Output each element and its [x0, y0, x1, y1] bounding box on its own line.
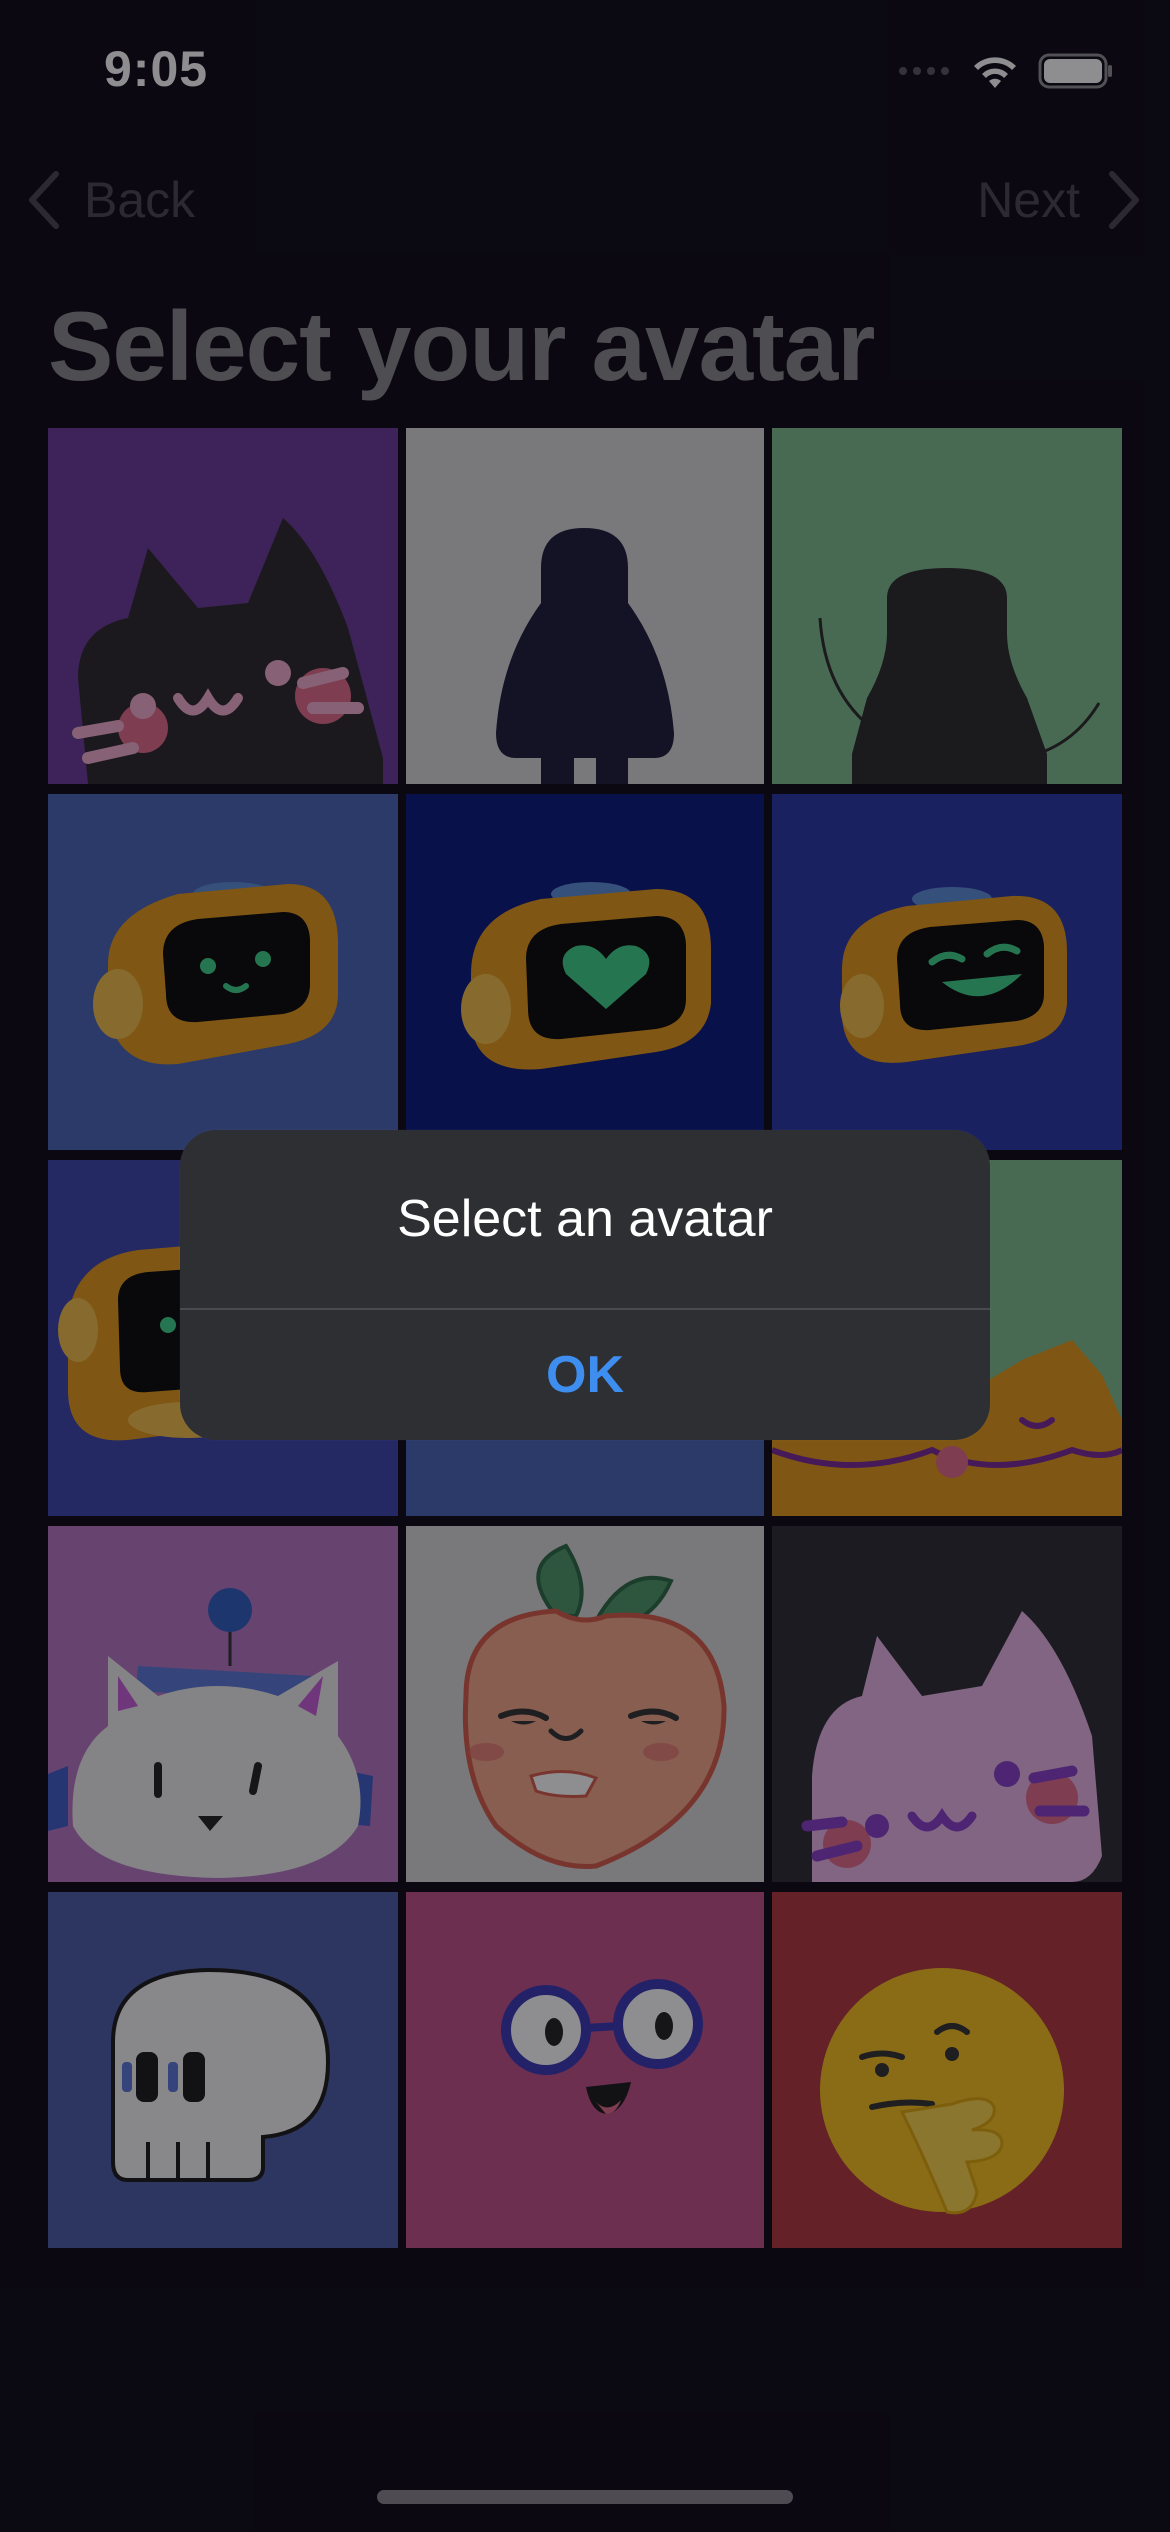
- wifi-icon: [974, 57, 1016, 88]
- status-icons: [898, 52, 1114, 90]
- avatar-tile-skull[interactable]: [48, 1892, 398, 2248]
- next-button[interactable]: Next: [977, 170, 1142, 230]
- alert-title: Select an avatar: [397, 1190, 773, 1248]
- avatar-tile-robot-smile[interactable]: [48, 794, 398, 1150]
- avatar-tile-thinking-emoji[interactable]: [772, 1892, 1122, 2248]
- home-indicator[interactable]: [377, 2490, 793, 2504]
- robot-laugh-icon: [772, 794, 1122, 1150]
- ok-button[interactable]: OK: [180, 1310, 990, 1440]
- page-title: Select your avatar: [48, 291, 875, 401]
- back-label: Back: [84, 172, 196, 228]
- silhouette-figure-icon: [406, 428, 764, 784]
- avatar-tile-peach-face[interactable]: [406, 1526, 764, 1882]
- back-button[interactable]: Back: [26, 170, 195, 230]
- status-bar: 9:05: [0, 0, 1170, 140]
- avatar-tile-glasses-face[interactable]: [406, 1892, 764, 2248]
- peach-face-icon: [406, 1526, 764, 1882]
- avatar-selection-screen: 9:05 Back Next Select your avatar Select…: [0, 0, 1170, 2532]
- hooded-silhouette-icon: [772, 428, 1122, 784]
- robot-smile-icon: [48, 794, 398, 1150]
- status-time: 9:05: [104, 41, 209, 97]
- avatar-tile-black-cat[interactable]: [48, 428, 398, 784]
- black-cat-icon: [48, 428, 398, 784]
- avatar-tile-hooded-silhouette[interactable]: [772, 428, 1122, 784]
- alert-dialog: Select an avatar OK: [180, 1130, 990, 1440]
- thinking-emoji-icon: [772, 1892, 1122, 2248]
- signal-dots-icon: [899, 67, 949, 75]
- next-label: Next: [977, 172, 1080, 228]
- white-cat-hat-icon: [48, 1526, 398, 1882]
- robot-heart-icon: [406, 794, 764, 1150]
- avatar-tile-silhouette-figure[interactable]: [406, 428, 764, 784]
- skull-icon: [48, 1892, 398, 2248]
- glasses-face-icon: [406, 1892, 764, 2248]
- battery-icon: [1038, 53, 1112, 89]
- avatar-tile-pink-cat[interactable]: [772, 1526, 1122, 1882]
- avatar-tile-white-cat-hat[interactable]: [48, 1526, 398, 1882]
- chevron-left-icon: [29, 171, 59, 229]
- pink-cat-icon: [772, 1526, 1122, 1882]
- navigation-bar: Back Next: [0, 170, 1170, 250]
- avatar-tile-robot-laugh[interactable]: [772, 794, 1122, 1150]
- chevron-right-icon: [1109, 171, 1139, 229]
- avatar-tile-robot-heart[interactable]: [406, 794, 764, 1150]
